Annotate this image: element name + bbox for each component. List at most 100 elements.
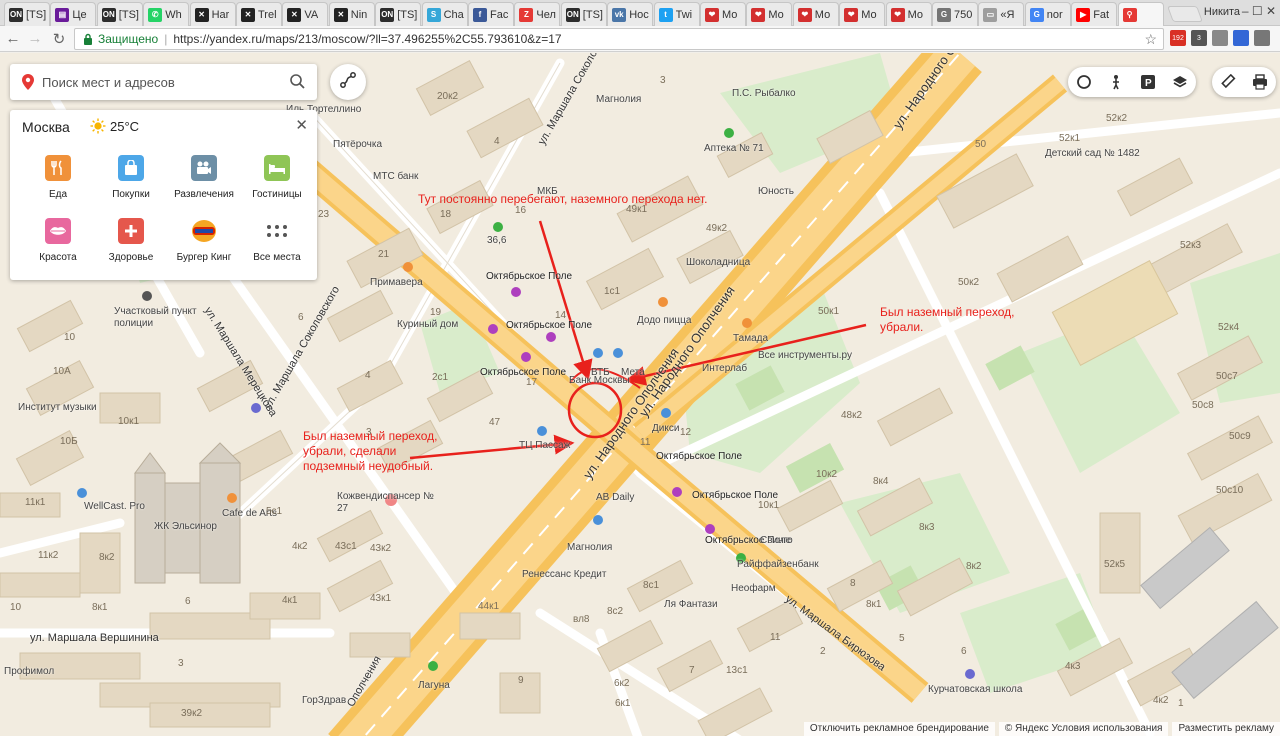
search-box[interactable]	[10, 64, 317, 100]
category-film-camera[interactable]: Развлечения	[168, 155, 240, 200]
poi-label[interactable]: Детский сад № 1482	[1045, 148, 1140, 160]
browser-tab[interactable]: t Twi	[653, 2, 700, 26]
category-lips[interactable]: Красота	[22, 218, 94, 263]
poi-label[interactable]: Магнолия	[567, 542, 612, 554]
poi-label[interactable]: Додо пицца	[637, 315, 691, 327]
reload-icon[interactable]: ↻	[50, 30, 68, 48]
browser-tab[interactable]: Gnor	[1024, 2, 1071, 26]
layers-icon[interactable]	[1164, 67, 1196, 97]
extension-ext3-icon[interactable]	[1212, 30, 1228, 46]
browser-tab[interactable]: ON [TS]	[560, 2, 607, 26]
advertise-link[interactable]: Разместить рекламу	[1172, 722, 1280, 736]
category-bed[interactable]: Гостиницы	[241, 155, 313, 200]
poi-label[interactable]: Райффайзенбанк	[737, 559, 819, 571]
parking-icon[interactable]: P	[1132, 67, 1164, 97]
browser-tab[interactable]: ❤ Мо	[746, 2, 793, 26]
browser-tab[interactable]: ON [TS]	[4, 2, 50, 26]
browser-tab[interactable]: ▤ Це	[50, 2, 97, 26]
poi-label[interactable]: AB Daily	[596, 492, 634, 504]
category-burger-king[interactable]: Бургер Кинг	[168, 218, 240, 263]
profile-name[interactable]: Никита	[1204, 6, 1240, 18]
browser-tab[interactable]: ✕ VA	[282, 2, 329, 26]
browser-tab[interactable]: ✕ Nin	[328, 2, 375, 26]
poi-label[interactable]: Неофарм	[731, 583, 776, 595]
browser-tab[interactable]: ❤ Мо	[885, 2, 932, 26]
extension-ext4-icon[interactable]	[1233, 30, 1249, 46]
poi-label[interactable]: ЖК Эльсинор	[154, 521, 217, 533]
browser-tab[interactable]: ⚲	[1117, 2, 1164, 26]
poi-label[interactable]: Ля Фантази	[664, 599, 718, 611]
poi-label[interactable]: Ренессанс Кредит	[522, 569, 606, 581]
poi-label[interactable]: ГорЗдрав	[302, 695, 346, 707]
print-icon[interactable]	[1244, 67, 1276, 97]
extension-gmail-icon[interactable]: 192	[1170, 30, 1186, 46]
address-bar[interactable]: Защищено | https://yandex.ru/maps/213/mo…	[74, 28, 1164, 50]
poi-label[interactable]: Все инструменты.ру	[758, 350, 852, 362]
poi-label[interactable]: Шоколадница	[686, 257, 750, 269]
browser-tab[interactable]: Z Чел	[514, 2, 561, 26]
category-grid-dots[interactable]: Все места	[241, 218, 313, 263]
house-number: 11к1	[25, 497, 46, 508]
category-shopping-bag[interactable]: Покупки	[95, 155, 167, 200]
browser-tab[interactable]: ▭ «Я	[978, 2, 1025, 26]
window-controls[interactable]: ‒ ☐ ✕	[1242, 4, 1276, 18]
poi-label[interactable]: Институт музыки	[18, 402, 97, 414]
extension-ext2-icon[interactable]: 3	[1191, 30, 1207, 46]
route-button[interactable]	[330, 64, 366, 100]
poi-label[interactable]: Октябрьское Поле	[486, 271, 572, 283]
poi-label[interactable]: Пятёрочка	[333, 139, 382, 151]
poi-label[interactable]: Юность	[758, 186, 794, 198]
browser-tab[interactable]: ✆ Wh	[143, 2, 190, 26]
poi-label[interactable]: Октябрьское Поле	[480, 367, 566, 379]
browser-tab[interactable]: ON [TS]	[375, 2, 422, 26]
disable-ads-link[interactable]: Отключить рекламное брендирование	[803, 722, 995, 736]
category-medical-cross[interactable]: Здоровье	[95, 218, 167, 263]
poi-label[interactable]: Банк Москвы	[569, 375, 630, 387]
poi-label[interactable]: Тамада	[733, 333, 768, 345]
poi-label[interactable]: Интерлаб	[702, 363, 747, 375]
poi-label[interactable]: Участковый пункт полиции	[114, 306, 224, 330]
poi-label[interactable]: Магнолия	[596, 94, 641, 106]
browser-tab[interactable]: ❤ Мо	[792, 2, 839, 26]
browser-tab[interactable]: ▶ Fat	[1071, 2, 1118, 26]
browser-tab[interactable]: G 750	[932, 2, 978, 26]
poi-label[interactable]: П.С. Рыбалко	[732, 88, 796, 100]
poi-label[interactable]: 36,6	[487, 235, 506, 247]
poi-label[interactable]: Лагуна	[418, 680, 450, 692]
bookmark-star-icon[interactable]: ☆	[1144, 31, 1157, 48]
new-tab-button[interactable]	[1167, 6, 1203, 22]
poi-label[interactable]: Курчатовская школа	[928, 684, 1022, 696]
terms-link[interactable]: Условия использования	[1051, 723, 1162, 734]
browser-tab[interactable]: ❤ Мо	[839, 2, 886, 26]
poi-label[interactable]: МТС банк	[373, 171, 418, 183]
poi-label[interactable]: Куриный дом	[397, 319, 458, 331]
poi-label[interactable]: Октябрьское Поле	[506, 320, 592, 332]
forward-arrow-icon[interactable]: →	[26, 30, 44, 47]
back-arrow-icon[interactable]: ←	[4, 30, 22, 47]
browser-tab[interactable]: ❤ Мо	[700, 2, 746, 26]
close-icon[interactable]: ✕	[295, 116, 308, 134]
browser-tab[interactable]: ✕ Trel	[236, 2, 282, 26]
search-icon[interactable]	[290, 74, 305, 94]
panorama-icon[interactable]	[1100, 67, 1132, 97]
browser-tab[interactable]: vk Нос	[607, 2, 654, 26]
browser-tab[interactable]: S Cha	[421, 2, 468, 26]
traffic-icon[interactable]	[1068, 67, 1100, 97]
browser-tab[interactable]: f Fac	[468, 2, 514, 26]
browser-tab[interactable]: ON [TS]	[96, 2, 143, 26]
search-input[interactable]	[42, 74, 272, 90]
poi-label[interactable]: Кожвендиспансер № 27	[337, 491, 447, 515]
city-name[interactable]: Москва	[22, 119, 70, 135]
ruler-icon[interactable]	[1212, 67, 1244, 97]
poi-label[interactable]: Дикси	[652, 423, 679, 435]
poi-label[interactable]: WellCast. Pro	[84, 501, 145, 513]
poi-label[interactable]: Профимол	[4, 666, 54, 678]
extension-ext5-icon[interactable]	[1254, 30, 1270, 46]
poi-label[interactable]: Свинго	[760, 535, 793, 547]
browser-tab[interactable]: ✕ Har	[189, 2, 236, 26]
poi-label[interactable]: Аптека № 71	[704, 143, 764, 155]
poi-label[interactable]: Примавера	[370, 277, 423, 289]
category-fork-knife[interactable]: Еда	[22, 155, 94, 200]
poi-label[interactable]: Октябрьское Поле	[656, 451, 742, 463]
poi-label[interactable]: ТЦ Пассаж	[519, 440, 570, 452]
